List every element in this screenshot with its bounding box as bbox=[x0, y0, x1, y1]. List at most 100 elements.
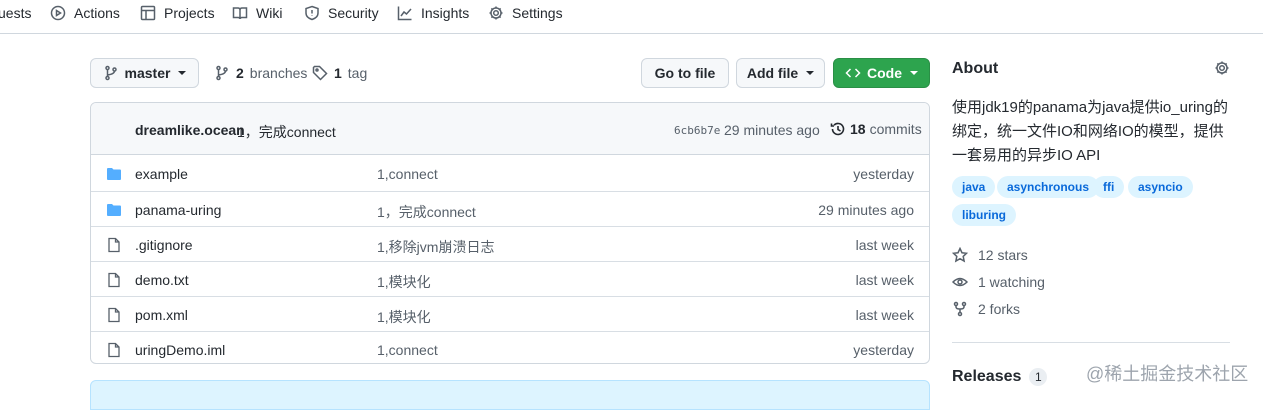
file-name[interactable]: panama-uring bbox=[135, 202, 221, 218]
file-age: yesterday bbox=[853, 342, 914, 358]
gear-icon[interactable] bbox=[1214, 60, 1230, 76]
topic-tag[interactable]: asyncio bbox=[1128, 176, 1193, 198]
file-commit-message[interactable]: 1,connect bbox=[377, 342, 438, 358]
about-title: About bbox=[952, 60, 999, 77]
tags-label: tag bbox=[347, 65, 368, 81]
chevron-down-icon bbox=[178, 71, 187, 75]
fork-icon bbox=[953, 301, 967, 317]
tags-count: 1 bbox=[334, 65, 342, 81]
branch-icon bbox=[216, 65, 228, 81]
nav-label: Projects bbox=[164, 5, 215, 21]
file-row[interactable]: demo.txt 1,模块化 last week bbox=[91, 261, 929, 296]
commits-link[interactable]: 18 commits bbox=[830, 121, 922, 137]
file-icon bbox=[108, 237, 120, 253]
commit-author[interactable]: dreamlike.ocean bbox=[135, 122, 245, 138]
watching-count: 1 watching bbox=[978, 274, 1045, 290]
nav-label: Settings bbox=[512, 5, 563, 21]
releases-heading[interactable]: Releases 1 bbox=[952, 368, 1048, 386]
file-icon bbox=[108, 272, 120, 288]
folder-icon bbox=[107, 168, 121, 180]
forks-count: 2 forks bbox=[978, 301, 1021, 317]
forks-link[interactable]: 2 forks bbox=[952, 301, 1020, 317]
topic-tag[interactable]: liburing bbox=[952, 204, 1016, 226]
sidebar-divider bbox=[952, 342, 1230, 343]
watermark-text: @稀土掘金技术社区 bbox=[1086, 364, 1249, 384]
branch-name: master bbox=[124, 65, 171, 81]
file-name[interactable]: uringDemo.iml bbox=[135, 342, 225, 358]
add-file-button[interactable]: Add file bbox=[736, 58, 825, 88]
latest-commit-bar: dreamlike.ocean 1，完成connect 6cb6b7e 29 m… bbox=[91, 103, 929, 155]
chevron-down-icon bbox=[806, 71, 815, 75]
tags-link[interactable]: 1 tag bbox=[312, 58, 367, 88]
branch-select-button[interactable]: master bbox=[90, 58, 199, 88]
chevron-down-icon bbox=[910, 71, 918, 75]
eye-icon bbox=[952, 277, 968, 287]
file-icon bbox=[108, 307, 120, 323]
shield-icon bbox=[305, 5, 319, 21]
file-name[interactable]: example bbox=[135, 166, 188, 182]
topic-tag[interactable]: ffi bbox=[1093, 176, 1125, 198]
file-name[interactable]: .gitignore bbox=[135, 237, 193, 253]
file-name[interactable]: demo.txt bbox=[135, 272, 189, 288]
nav-label: Security bbox=[328, 5, 379, 21]
tab-security[interactable]: Security bbox=[304, 0, 379, 26]
topic-tag[interactable]: asynchronous bbox=[997, 176, 1100, 198]
commits-count: 18 bbox=[850, 121, 866, 137]
about-description: 使用jdk19的panama为java提供io_uring的绑定，统一文件IO和… bbox=[952, 99, 1228, 164]
file-commit-message[interactable]: 1,移除jvm崩溃日志 bbox=[377, 237, 494, 257]
tag-icon bbox=[312, 65, 328, 81]
go-to-file-button[interactable]: Go to file bbox=[641, 58, 729, 88]
play-icon bbox=[50, 5, 66, 21]
tab-insights[interactable]: Insights bbox=[397, 0, 469, 26]
stars-count: 12 stars bbox=[978, 247, 1028, 263]
commit-sha[interactable]: 6cb6b7e bbox=[674, 124, 720, 137]
file-name[interactable]: pom.xml bbox=[135, 307, 188, 323]
nav-label: Actions bbox=[74, 5, 120, 21]
go-to-file-label: Go to file bbox=[654, 65, 716, 81]
code-label: Code bbox=[867, 65, 902, 81]
releases-label: Releases bbox=[952, 368, 1022, 385]
branches-count: 2 bbox=[236, 65, 244, 81]
file-age: last week bbox=[855, 307, 914, 323]
file-row[interactable]: .gitignore 1,移除jvm崩溃日志 last week bbox=[91, 226, 929, 261]
releases-count: 1 bbox=[1029, 368, 1048, 386]
tab-wiki[interactable]: Wiki bbox=[232, 0, 282, 26]
file-row[interactable]: pom.xml 1,模块化 last week bbox=[91, 296, 929, 331]
nav-label: Wiki bbox=[256, 5, 283, 21]
tab-settings[interactable]: Settings bbox=[488, 0, 563, 26]
file-row[interactable]: example 1,connect yesterday bbox=[91, 156, 929, 191]
commits-label: commits bbox=[869, 121, 922, 137]
add-file-label: Add file bbox=[746, 65, 799, 81]
repo-nav: uests Actions Projects Wiki Security Ins… bbox=[0, 0, 1263, 34]
file-commit-message[interactable]: 1,模块化 bbox=[377, 272, 431, 292]
file-row[interactable]: uringDemo.iml 1,connect yesterday bbox=[91, 331, 929, 363]
book-icon bbox=[232, 7, 248, 20]
stars-link[interactable]: 12 stars bbox=[952, 247, 1028, 263]
file-age: last week bbox=[855, 237, 914, 253]
gear-icon bbox=[489, 6, 503, 20]
star-icon bbox=[952, 247, 968, 263]
tab-actions[interactable]: Actions bbox=[50, 0, 120, 26]
topic-tag[interactable]: java bbox=[952, 176, 996, 198]
readme-banner bbox=[90, 380, 930, 410]
table-icon bbox=[140, 5, 156, 21]
tab-pull-requests[interactable]: uests bbox=[0, 0, 31, 26]
code-button[interactable]: Code bbox=[833, 58, 930, 88]
folder-icon bbox=[107, 204, 121, 216]
branches-link[interactable]: 2 branches bbox=[214, 58, 307, 88]
watching-link[interactable]: 1 watching bbox=[952, 274, 1045, 290]
file-commit-message[interactable]: 1,connect bbox=[377, 166, 438, 182]
tab-projects[interactable]: Projects bbox=[140, 0, 215, 26]
file-commit-message[interactable]: 1,模块化 bbox=[377, 307, 431, 327]
graph-icon bbox=[397, 6, 412, 21]
file-age: 29 minutes ago bbox=[818, 202, 914, 218]
file-age: last week bbox=[855, 272, 914, 288]
file-browser: dreamlike.ocean 1，完成connect 6cb6b7e 29 m… bbox=[90, 102, 930, 364]
nav-label: Insights bbox=[421, 5, 470, 21]
nav-label: uests bbox=[0, 5, 32, 21]
file-row[interactable]: panama-uring 1，完成connect 29 minutes ago bbox=[91, 191, 929, 226]
commit-time: 29 minutes ago bbox=[724, 122, 820, 138]
commit-message[interactable]: 1，完成connect bbox=[237, 122, 336, 142]
file-commit-message[interactable]: 1，完成connect bbox=[377, 202, 476, 222]
branch-icon bbox=[104, 65, 117, 81]
